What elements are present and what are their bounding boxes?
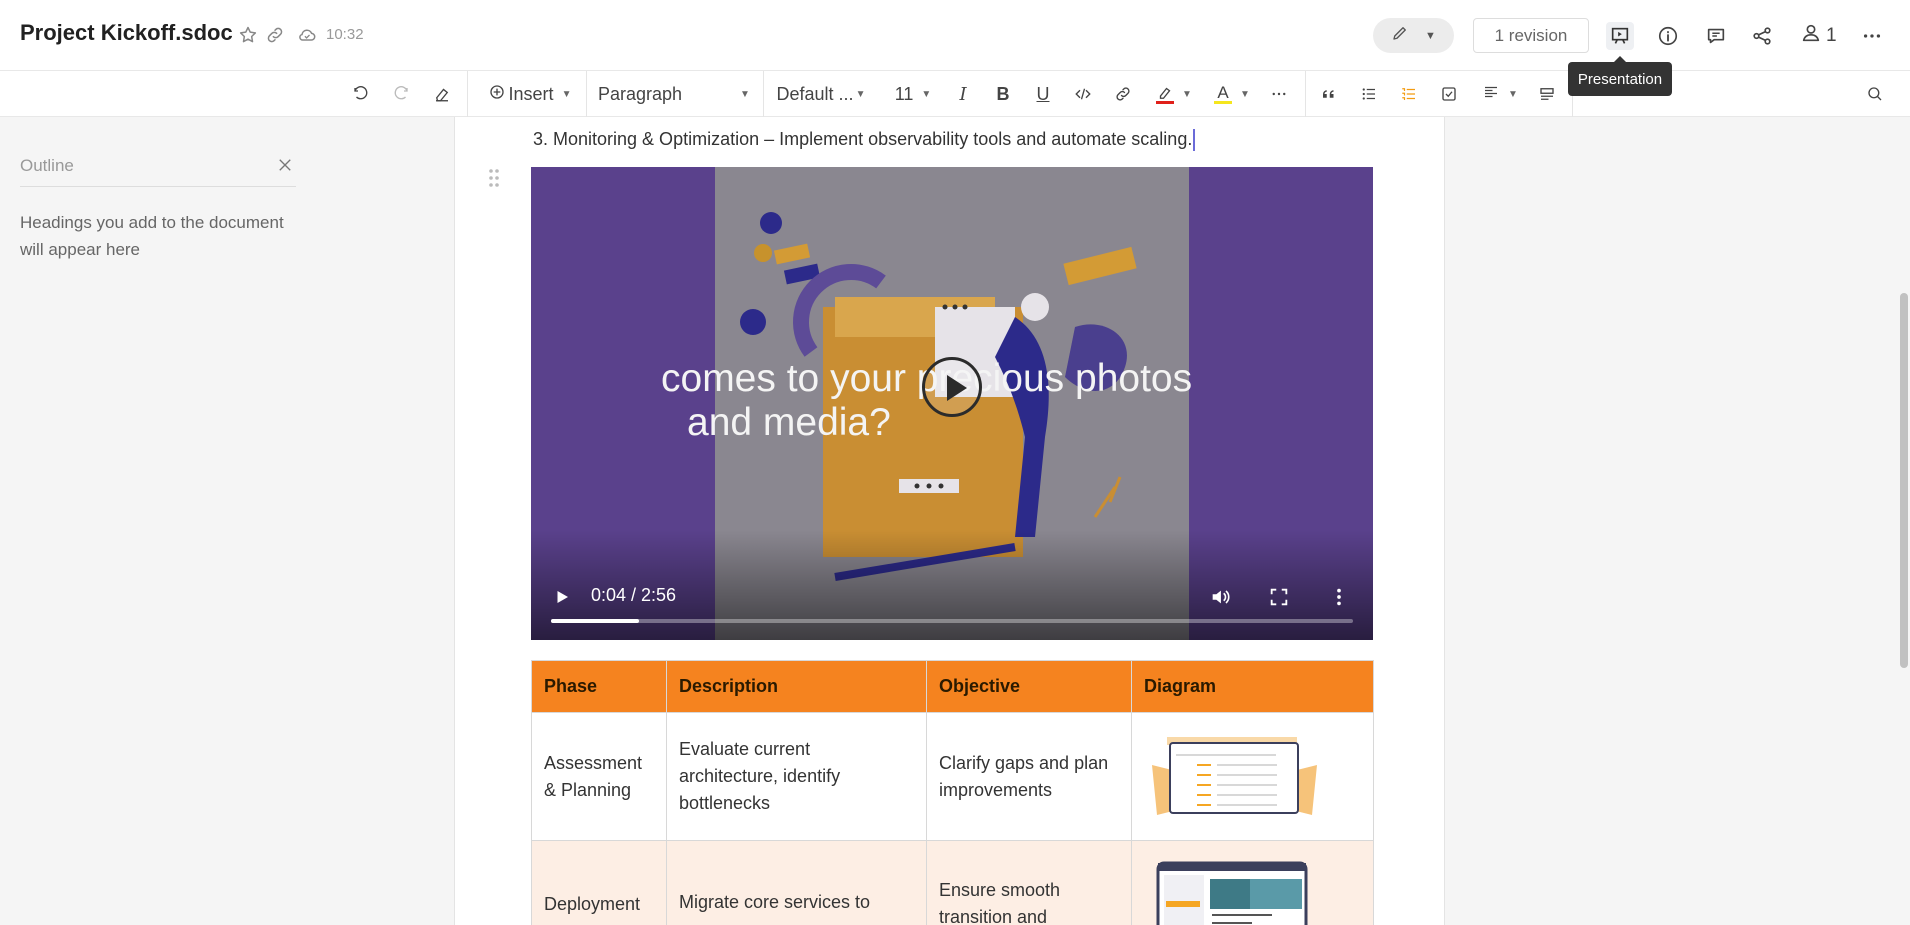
table-row: Assessment & Planning Evaluate current a…: [531, 712, 1374, 841]
last-saved-time: 10:32: [326, 26, 364, 43]
plus-circle-icon: [489, 84, 505, 105]
phase-table: Phase Description Objective Diagram Asse…: [531, 660, 1374, 925]
undo-icon[interactable]: [348, 79, 374, 109]
insert-label: Insert: [508, 83, 554, 104]
pencil-icon: [1391, 24, 1409, 47]
more-options-icon[interactable]: [1858, 22, 1886, 50]
diagram-thumbnail[interactable]: [1152, 735, 1317, 819]
table-cell[interactable]: Migrate core services to: [666, 840, 927, 925]
chevron-down-icon: ▼: [921, 88, 932, 100]
drag-handle-icon[interactable]: [487, 167, 501, 194]
edit-mode-dropdown[interactable]: ▼: [1373, 18, 1454, 53]
chevron-down-icon: ▼: [740, 88, 750, 100]
table-cell[interactable]: [1131, 840, 1374, 925]
chevron-down-icon: ▼: [1182, 88, 1192, 100]
outline-panel: Outline Headings you add to the document…: [20, 156, 296, 263]
outline-empty-hint: Headings you add to the document will ap…: [20, 213, 284, 259]
column-header: Phase: [531, 660, 667, 713]
divider: [763, 71, 764, 117]
table-cell[interactable]: Evaluate current architecture, identify …: [666, 712, 927, 841]
star-icon[interactable]: [237, 24, 259, 46]
play-icon[interactable]: [553, 588, 571, 611]
font-size-dropdown[interactable]: 11 ▼: [888, 79, 938, 109]
collaborators-button[interactable]: 1: [1800, 22, 1837, 50]
chevron-down-icon: ▼: [1240, 88, 1250, 100]
underline-icon[interactable]: U: [1030, 79, 1056, 109]
table-cell[interactable]: Deployment: [531, 840, 667, 925]
column-header: Objective: [926, 660, 1132, 713]
font-family-dropdown[interactable]: Default ... ▼: [776, 79, 866, 109]
table-cell[interactable]: Assessment & Planning: [531, 712, 667, 841]
document-title[interactable]: Project Kickoff.sdoc: [20, 20, 233, 46]
document-page[interactable]: 3. Monitoring & Optimization – Implement…: [454, 117, 1445, 925]
list-item-content: 3. Monitoring & Optimization – Implement…: [533, 129, 1193, 149]
divider: [467, 71, 468, 117]
video-player[interactable]: comes to your precious photos and media?…: [531, 167, 1373, 640]
chevron-down-icon: ▼: [561, 88, 572, 100]
share-icon[interactable]: [1748, 22, 1776, 50]
table-cell[interactable]: Ensure smooth transition and: [926, 840, 1132, 925]
chevron-down-icon: ▼: [1508, 88, 1518, 100]
video-progress-fill: [551, 619, 640, 623]
info-icon[interactable]: [1654, 22, 1682, 50]
quote-icon[interactable]: [1316, 79, 1342, 109]
video-time: 0:04 / 2:56: [591, 585, 677, 605]
divider: [586, 71, 587, 117]
font-size-value: 11: [894, 83, 914, 104]
highlighter-icon: [1156, 85, 1175, 104]
column-header: Description: [666, 660, 927, 713]
bullet-list-icon[interactable]: [1356, 79, 1382, 109]
collaborator-count: 1: [1826, 25, 1837, 46]
chevron-down-icon: ▼: [1425, 29, 1436, 42]
text-color-icon: A: [1214, 84, 1233, 104]
volume-icon[interactable]: [1209, 586, 1231, 613]
comment-icon[interactable]: [1702, 22, 1730, 50]
table-header-row: Phase Description Objective Diagram: [531, 660, 1374, 713]
font-label: Default ...: [776, 83, 854, 104]
close-icon[interactable]: [276, 156, 294, 180]
cloud-saved-icon: [296, 24, 318, 46]
link-icon[interactable]: [264, 24, 286, 46]
ordered-list-icon[interactable]: [1396, 79, 1422, 109]
column-header: Diagram: [1131, 660, 1374, 713]
align-dropdown[interactable]: ▼: [1476, 79, 1524, 109]
italic-icon[interactable]: I: [950, 79, 976, 109]
list-item-text[interactable]: 3. Monitoring & Optimization – Implement…: [533, 129, 1196, 152]
chevron-down-icon: ▼: [855, 88, 866, 100]
code-icon[interactable]: [1070, 79, 1096, 109]
user-icon: [1800, 22, 1822, 50]
more-formatting-icon[interactable]: [1266, 79, 1292, 109]
video-controls: 0:04 / 2:56: [531, 530, 1373, 640]
table-row: Deployment Migrate core services to Ensu…: [531, 840, 1374, 925]
presentation-icon[interactable]: [1606, 22, 1634, 50]
bold-icon[interactable]: B: [990, 79, 1016, 109]
table-layout-icon[interactable]: [1534, 79, 1560, 109]
scrollbar-thumb[interactable]: [1900, 293, 1908, 668]
text-cursor: [1193, 129, 1196, 152]
highlight-color-button[interactable]: ▼: [1150, 79, 1198, 109]
presentation-tooltip: Presentation: [1568, 56, 1672, 96]
paragraph-style-dropdown[interactable]: Paragraph ▼: [598, 79, 758, 109]
checklist-icon[interactable]: [1436, 79, 1462, 109]
video-more-icon[interactable]: [1328, 586, 1350, 613]
link-icon[interactable]: [1110, 79, 1136, 109]
align-left-icon: [1482, 83, 1500, 106]
center-play-button[interactable]: [922, 357, 982, 417]
revision-button[interactable]: 1 revision: [1473, 18, 1589, 53]
clear-format-icon[interactable]: [428, 79, 456, 109]
paragraph-label: Paragraph: [598, 83, 683, 104]
page-scrollbar[interactable]: [1898, 117, 1910, 925]
redo-icon[interactable]: [388, 79, 414, 109]
table-cell[interactable]: Clarify gaps and plan improvements: [926, 712, 1132, 841]
divider: [1305, 71, 1306, 117]
video-progress-bar[interactable]: [551, 619, 1353, 623]
fullscreen-icon[interactable]: [1268, 586, 1290, 613]
search-icon[interactable]: [1862, 79, 1888, 109]
insert-dropdown[interactable]: Insert ▼: [480, 79, 580, 109]
diagram-thumbnail[interactable]: [1156, 861, 1308, 925]
table-cell[interactable]: [1131, 712, 1374, 841]
outline-title: Outline: [20, 156, 296, 187]
text-color-button[interactable]: A ▼: [1208, 79, 1256, 109]
